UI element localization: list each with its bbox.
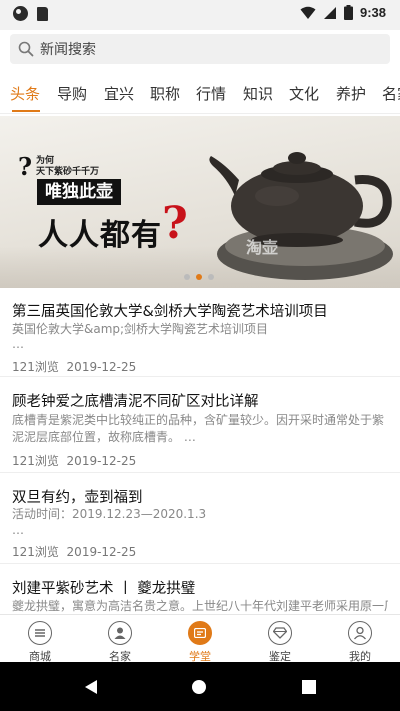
article-views: 121浏览 [12, 360, 59, 374]
tab-knowledge[interactable]: 知识 [243, 83, 273, 104]
person-icon [108, 621, 132, 645]
mall-icon [28, 621, 52, 645]
bottom-nav: 商城 名家 学堂 鉴定 我的 [0, 614, 400, 663]
banner-small-text-1: 为何 [36, 156, 55, 166]
article-title: 刘建平紫砂艺术 丨 夔龙拱璧 [12, 581, 196, 597]
article-desc-ellipsis: … [12, 523, 24, 537]
nav-mall[interactable]: 商城 [0, 617, 80, 663]
status-right: 9:38 [300, 5, 386, 20]
article-date: 2019-12-25 [66, 454, 137, 468]
school-icon [188, 621, 212, 645]
category-tabs: 头条 导购 宜兴 职称 行情 知识 文化 养护 名家 [0, 72, 400, 114]
tab-culture[interactable]: 文化 [289, 83, 319, 104]
banner-headline-2: 人人都有 [38, 218, 162, 253]
banner-small-text: 为何 天下紫砂千千万 [36, 156, 99, 178]
carousel-dots [184, 274, 214, 280]
article-title: 顾老钟爱之底槽清泥不同矿区对比详解 [12, 394, 259, 410]
banner-carousel[interactable]: ? 为何 天下紫砂千千万 唯独此壶 人人都有 ? 淘壶 [0, 116, 400, 288]
article-date: 2019-12-25 [66, 545, 137, 559]
article-desc: 底槽青是紫泥类中比较纯正的品种，含矿量较少。因开采时通常处于紫泥泥层底部位置，故… [12, 413, 385, 444]
sync-icon [13, 6, 28, 21]
tab-market[interactable]: 行情 [196, 83, 226, 104]
signal-icon [323, 6, 336, 19]
status-bar: 9:38 [0, 0, 400, 30]
diamond-icon [268, 621, 292, 645]
tab-masters[interactable]: 名家 [382, 83, 400, 104]
article-views: 121浏览 [12, 454, 59, 468]
nav-school[interactable]: 学堂 [160, 617, 240, 663]
article-meta: 121浏览 2019-12-25 [12, 452, 136, 469]
search-placeholder: 新闻搜索 [40, 42, 96, 58]
article-title: 双旦有约，壶到福到 [12, 490, 143, 506]
article-title: 第三届英国伦敦大学&剑桥大学陶瓷艺术培训项目 [12, 304, 328, 320]
article-desc-ellipsis: … [12, 337, 24, 351]
search-bar: 新闻搜索 [0, 30, 400, 70]
status-time: 9:38 [359, 5, 386, 20]
tab-shopping-guide[interactable]: 导购 [57, 83, 87, 104]
banner-small-text-2: 天下紫砂千千万 [36, 167, 100, 177]
banner-watermark: 淘壶 [246, 238, 279, 257]
carousel-dot[interactable] [208, 274, 214, 280]
system-nav-bar [0, 662, 400, 711]
article-meta: 121浏览 2019-12-25 [12, 543, 136, 560]
search-icon [18, 41, 34, 57]
tab-yixing[interactable]: 宜兴 [104, 83, 134, 104]
article-date: 2019-12-25 [66, 360, 137, 374]
back-icon[interactable] [84, 679, 98, 695]
sd-card-icon [37, 6, 48, 21]
banner-headline-question: ? [162, 198, 188, 249]
article-desc: 活动时间：2019.12.23—2020.1.3 [12, 507, 207, 521]
status-left [13, 6, 48, 21]
tab-headlines[interactable]: 头条 [10, 83, 40, 104]
active-tab-indicator [12, 110, 40, 112]
article-item[interactable]: 双旦有约，壶到福到 活动时间：2019.12.23—2020.1.3 … 121… [0, 473, 400, 564]
article-views: 121浏览 [12, 545, 59, 559]
nav-appraisal[interactable]: 鉴定 [240, 617, 320, 663]
banner-question-mark: ? [18, 152, 33, 181]
article-desc: 夔龙拱璧，寓意为高洁名贵之意。上世纪八十年代刘建平老师采用原一厂 [12, 599, 388, 613]
banner-headline-1: 唯独此壶 [37, 179, 121, 205]
profile-icon [348, 621, 372, 645]
nav-profile[interactable]: 我的 [320, 617, 400, 663]
article-meta: 121浏览 2019-12-25 [12, 358, 136, 375]
article-item[interactable]: 顾老钟爱之底槽清泥不同矿区对比详解 底槽青是紫泥类中比较纯正的品种，含矿量较少。… [0, 377, 400, 473]
home-icon[interactable] [191, 679, 207, 695]
article-desc: 英国伦敦大学&amp;剑桥大学陶瓷艺术培训项目 [12, 322, 269, 336]
article-item[interactable]: 第三届英国伦敦大学&剑桥大学陶瓷艺术培训项目 英国伦敦大学&amp;剑桥大学陶瓷… [0, 288, 400, 377]
article-item[interactable]: 刘建平紫砂艺术 丨 夔龙拱璧 夔龙拱璧，寓意为高洁名贵之意。上世纪八十年代刘建平… [0, 564, 400, 614]
battery-icon [343, 5, 353, 20]
carousel-dot[interactable] [184, 274, 190, 280]
teapot-image [209, 152, 393, 280]
search-input[interactable]: 新闻搜索 [10, 34, 390, 64]
wifi-icon [300, 6, 316, 19]
nav-masters[interactable]: 名家 [80, 617, 160, 663]
carousel-dot-active[interactable] [196, 274, 202, 280]
tab-care[interactable]: 养护 [336, 83, 366, 104]
recents-icon[interactable] [302, 680, 316, 694]
tab-title-rank[interactable]: 职称 [150, 83, 180, 104]
